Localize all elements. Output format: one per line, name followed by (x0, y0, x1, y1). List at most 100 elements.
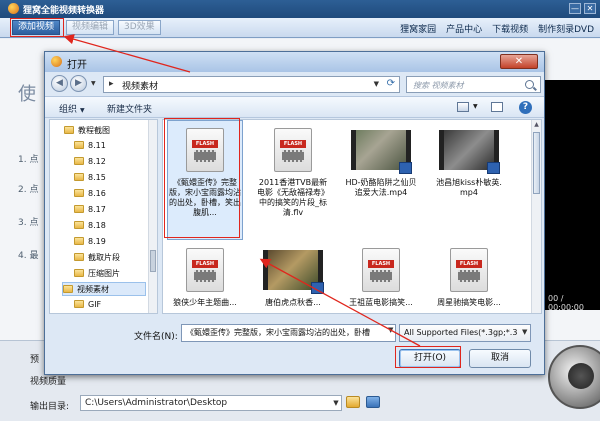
file-type-select[interactable]: All Supported Files(*.3gp;*.3 (399, 324, 531, 342)
folder-tree: 教程截图 8.11 8.12 8.15 8.16 8.17 8.18 8.19 … (49, 119, 158, 314)
folder-icon (64, 126, 74, 134)
file-name: 王祖蓝电影搞笑... (349, 298, 413, 307)
tree-item-tutorial-screenshots[interactable]: 教程截图 (64, 124, 110, 138)
app-step-1: 1. 点 (18, 155, 39, 165)
app-titlebar: 狸窝全能视频转换器 — ✕ (0, 0, 600, 18)
search-box[interactable]: 搜索 视频素材 (406, 76, 541, 93)
flash-film (458, 270, 480, 282)
link-make-dvd[interactable]: 制作刻录DVD (538, 22, 594, 35)
tree-item-label: 教程截图 (78, 126, 110, 135)
file-name: 池昌旭kiss朴敏英.mp4 (436, 178, 502, 197)
dialog-close-button[interactable]: ✕ (500, 54, 538, 69)
chevron-down-icon: ▼ (80, 107, 85, 114)
cancel-button[interactable]: 取消 (469, 349, 531, 368)
address-bar[interactable]: ▸ 视频素材 ▼ ⟳ (103, 76, 400, 93)
tree-item-8-11[interactable]: 8.11 (74, 139, 106, 153)
app-step-2: 2. 点 (18, 185, 39, 195)
output-path-input[interactable]: C:\Users\Administrator\Desktop (80, 395, 342, 411)
link-liwo-home[interactable]: 狸窝家园 (400, 22, 436, 35)
organize-label: 组织 (59, 105, 78, 115)
file-grid-scroll-thumb[interactable] (533, 132, 540, 194)
video-thumbnail (351, 130, 412, 174)
scroll-up-icon[interactable]: ▲ (532, 120, 541, 130)
preset-label: 预 (30, 355, 40, 365)
tree-item-video-material[interactable]: 视频素材 (62, 282, 146, 296)
file-name: 唐伯虎点秋香... (265, 298, 321, 307)
file-name: 2011香港TVB最新电影《无敌福禄寿》中的搞笑的片段_标清.flv (257, 178, 329, 217)
file-name-chevron-icon[interactable]: ▼ (388, 326, 393, 334)
tree-item-label: 8.18 (88, 221, 106, 230)
tree-item-clip-segments[interactable]: 截取片段 (74, 251, 120, 265)
tree-item-8-18[interactable]: 8.18 (74, 219, 106, 233)
folder-icon (74, 253, 84, 261)
organize-menu[interactable]: 组织 ▼ (59, 102, 85, 115)
tree-item-label: 8.15 (88, 173, 106, 182)
tree-item-8-16[interactable]: 8.16 (74, 187, 106, 201)
folder-icon (74, 300, 84, 308)
folder-icon (74, 173, 84, 181)
window-controls: — ✕ (569, 3, 596, 14)
tree-item-mv[interactable]: MV (74, 313, 100, 314)
close-button[interactable]: ✕ (584, 3, 596, 14)
folder-icon (63, 285, 73, 293)
help-icon[interactable]: ? (519, 101, 532, 114)
link-download-video[interactable]: 下载视频 (492, 22, 528, 35)
folder-icon (74, 189, 84, 197)
file-type-chevron-icon[interactable]: ▼ (522, 328, 527, 336)
flash-file-icon: FLASH (450, 248, 488, 292)
tree-item-label: GIF (88, 300, 102, 309)
tree-item-compress-images[interactable]: 压缩图片 (74, 267, 120, 281)
tree-item-label: 8.11 (88, 141, 106, 150)
file-name-label: 文件名(N): (134, 332, 178, 342)
dialog-logo-icon (51, 56, 62, 67)
tree-item-label: 压缩图片 (88, 269, 120, 278)
view-mode-icon[interactable] (457, 102, 469, 112)
video-badge-icon (311, 282, 324, 294)
file-name-input[interactable]: 《甄嬛歪传》完整版，宋小宝雨露均沾的出处，卧槽 (181, 324, 396, 342)
tree-scroll-thumb[interactable] (150, 250, 156, 272)
address-chevron-icon[interactable]: ▼ (374, 80, 379, 88)
search-placeholder: 搜索 视频素材 (413, 81, 464, 90)
highlight-add-video (10, 18, 64, 37)
tree-item-gif[interactable]: GIF (74, 298, 101, 312)
file-name: HD-奶酪陷阱之仙贝追爱大法.mp4 (345, 178, 417, 197)
app-step-3: 3. 点 (18, 218, 39, 228)
refresh-icon[interactable]: ⟳ (387, 78, 395, 89)
tree-item-8-19[interactable]: 8.19 (74, 235, 106, 249)
flash-film (370, 270, 392, 282)
tree-item-label: 8.19 (88, 237, 106, 246)
video-quality-label: 视频质量 (30, 377, 67, 387)
file-grid-scrollbar[interactable]: ▲ (531, 120, 541, 313)
back-icon[interactable]: ◀ (51, 75, 68, 92)
app-logo (8, 3, 19, 14)
app-toolbar: 添加视频 视频编辑 3D效果 狸窝家园 产品中心 下载视频 制作刻录DVD (0, 18, 600, 38)
minimize-button[interactable]: — (569, 3, 581, 14)
tree-item-label: 8.17 (88, 205, 106, 214)
tree-item-label: 8.12 (88, 157, 106, 166)
new-folder-button[interactable]: 新建文件夹 (107, 102, 152, 115)
chevron-down-icon[interactable]: ▼ (473, 103, 478, 110)
video-edit-button[interactable]: 视频编辑 (66, 20, 115, 35)
preview-pane-icon[interactable] (491, 102, 503, 112)
recent-pages-chevron-icon[interactable]: ▼ (91, 80, 96, 87)
link-product-center[interactable]: 产品中心 (446, 22, 482, 35)
video-thumbnail (263, 250, 324, 294)
breadcrumb-chevron-icon[interactable]: ▸ (109, 79, 114, 89)
flash-film (194, 270, 216, 282)
dialog-titlebar: 打开 ✕ (45, 52, 544, 72)
output-label: 输出目录: (30, 402, 70, 412)
tree-scrollbar[interactable] (148, 120, 157, 313)
tree-item-8-12[interactable]: 8.12 (74, 155, 106, 169)
search-icon[interactable] (525, 80, 534, 89)
tree-item-label: 截取片段 (88, 253, 120, 262)
chevron-down-icon[interactable]: ▼ (330, 396, 342, 410)
tree-item-8-15[interactable]: 8.15 (74, 171, 106, 185)
breadcrumb-current[interactable]: 视频素材 (122, 79, 158, 92)
open-folder-icon[interactable] (366, 396, 380, 408)
3d-effects-button[interactable]: 3D效果 (118, 20, 161, 35)
flash-film (282, 150, 304, 162)
forward-icon[interactable]: ▶ (70, 75, 87, 92)
browse-folder-icon[interactable] (346, 396, 360, 408)
tree-item-8-17[interactable]: 8.17 (74, 203, 106, 217)
tree-item-label: 8.16 (88, 189, 106, 198)
